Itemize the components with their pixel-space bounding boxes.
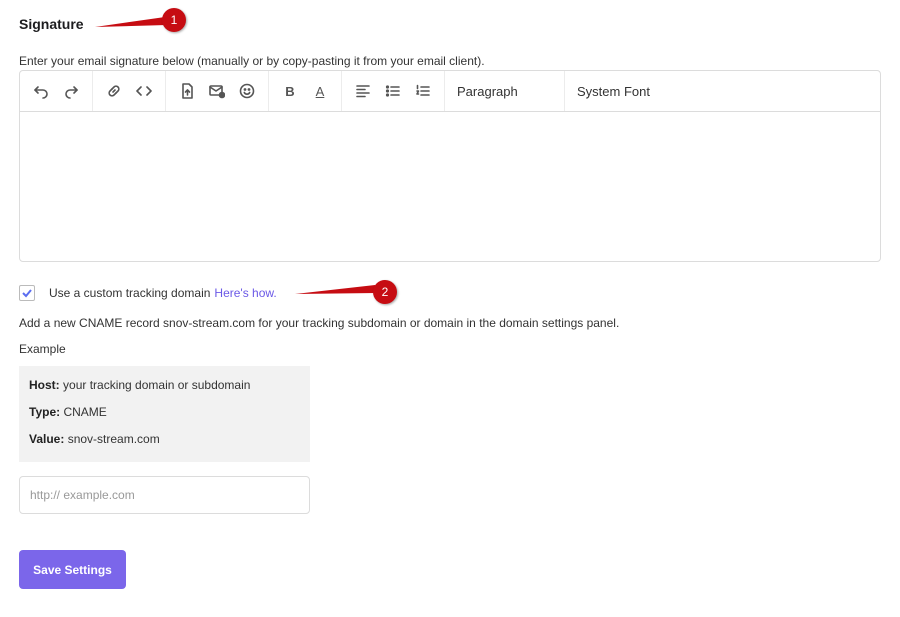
annotation-marker-1: 1 <box>95 8 195 38</box>
example-host-value: your tracking domain or subdomain <box>63 378 251 392</box>
example-host-key: Host: <box>29 378 60 392</box>
example-value: Value: snov-stream.com <box>29 432 300 459</box>
example-host: Host: your tracking domain or subdomain <box>29 378 300 405</box>
file-upload-icon[interactable] <box>175 79 199 103</box>
example-type: Type: CNAME <box>29 405 300 432</box>
bullet-list-icon[interactable] <box>381 79 405 103</box>
example-value-value: snov-stream.com <box>67 432 160 446</box>
cname-instructions: Add a new CNAME record snov-stream.com f… <box>19 316 620 330</box>
heres-how-link[interactable]: Here's how. <box>214 286 276 300</box>
tracking-domain-input[interactable] <box>19 476 310 514</box>
annotation-marker-2-number: 2 <box>373 280 397 304</box>
annotation-arrow-2 <box>295 285 377 294</box>
emoji-icon[interactable] <box>235 79 259 103</box>
redo-icon[interactable] <box>59 79 83 103</box>
insert-group-1 <box>93 71 166 111</box>
example-type-key: Type: <box>29 405 61 419</box>
tracking-domain-label: Use a custom tracking domain <box>49 286 211 300</box>
example-label: Example <box>19 342 66 356</box>
paragraph-select[interactable]: Paragraph <box>445 71 565 111</box>
text-color-button[interactable]: A <box>308 79 332 103</box>
signature-title: Signature <box>19 16 84 32</box>
email-template-icon[interactable] <box>205 79 229 103</box>
tracking-domain-row: Use a custom tracking domain Here's how. <box>19 285 277 301</box>
history-group <box>20 71 93 111</box>
bold-button[interactable]: B <box>278 79 302 103</box>
font-select[interactable]: System Font <box>565 71 689 111</box>
format-group: B A <box>269 71 342 111</box>
editor-toolbar: B A Paragraph System Font <box>20 71 880 112</box>
example-box: Host: your tracking domain or subdomain … <box>19 366 310 462</box>
checkmark-icon <box>22 289 32 298</box>
annotation-marker-2: 2 <box>295 280 405 310</box>
link-icon[interactable] <box>102 79 126 103</box>
undo-icon[interactable] <box>29 79 53 103</box>
signature-description: Enter your email signature below (manual… <box>19 54 485 68</box>
insert-group-2 <box>166 71 269 111</box>
signature-editor: B A Paragraph System Font <box>19 70 881 262</box>
save-settings-button[interactable]: Save Settings <box>19 550 126 589</box>
annotation-marker-1-number: 1 <box>162 8 186 32</box>
align-group <box>342 71 445 111</box>
tracking-domain-checkbox[interactable] <box>19 285 35 301</box>
signature-edit-area[interactable] <box>20 112 880 262</box>
example-type-value: CNAME <box>63 405 107 419</box>
example-value-key: Value: <box>29 432 65 446</box>
code-icon[interactable] <box>132 79 156 103</box>
align-left-icon[interactable] <box>351 79 375 103</box>
numbered-list-icon[interactable] <box>411 79 435 103</box>
